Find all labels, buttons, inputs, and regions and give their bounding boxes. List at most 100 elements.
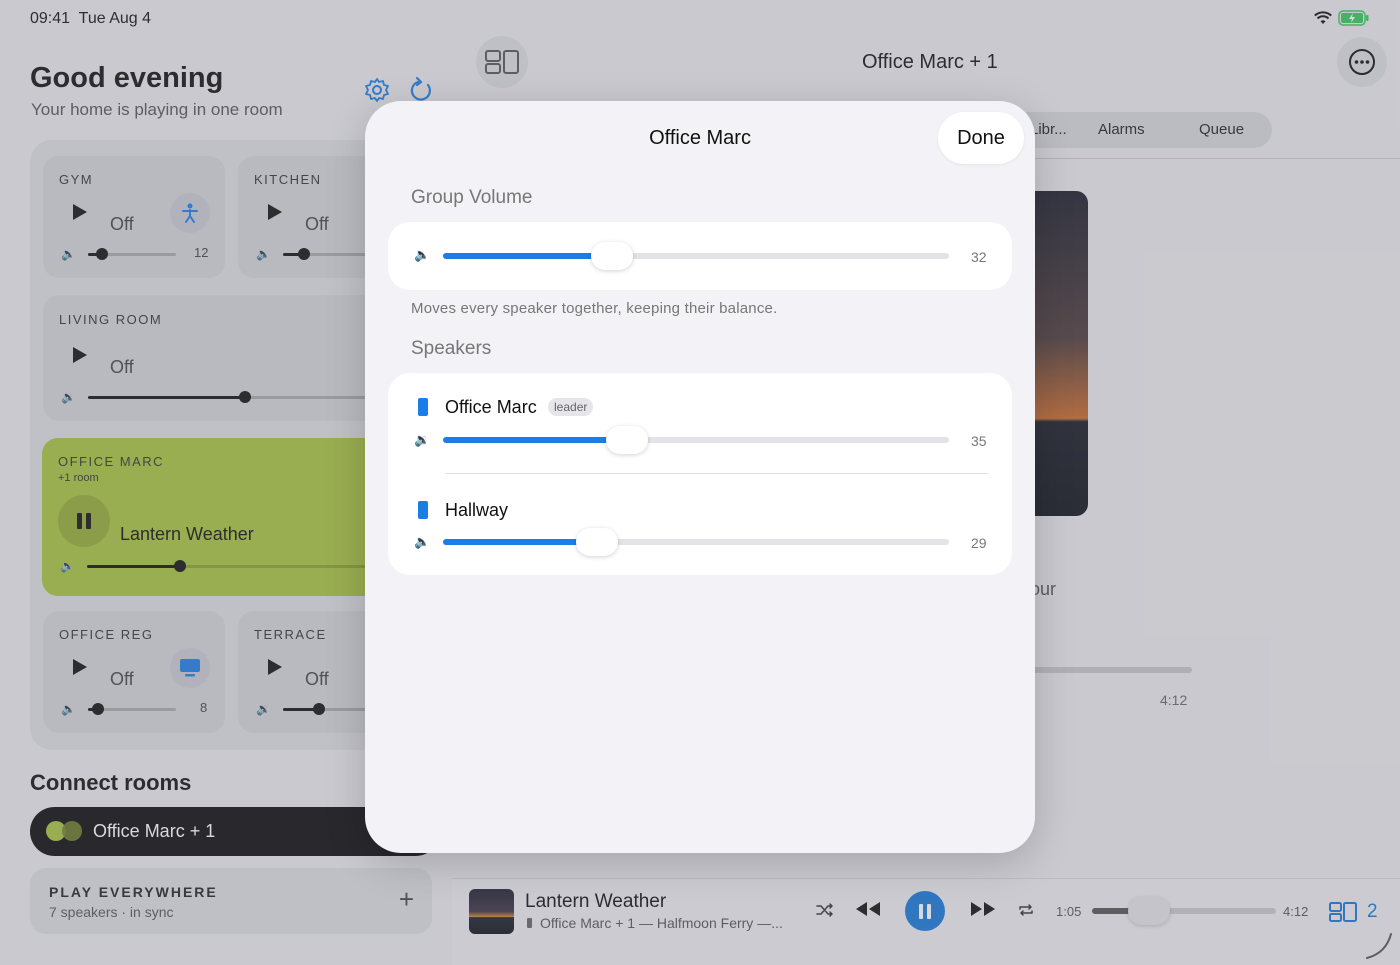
total-time: 4:12	[1283, 904, 1309, 919]
room-card-office-reg[interactable]: OFFICE REG Off 🔈 8	[43, 611, 225, 733]
room-state: Off	[305, 669, 329, 689]
tab-alarms[interactable]: Alarms	[1098, 121, 1145, 138]
group-volume-fill	[443, 253, 605, 259]
group-volume-sheet: Office Marc Done Group Volume 🔈 32 Moves…	[365, 101, 1035, 853]
play-pause-button[interactable]	[905, 891, 945, 931]
mini-subtitle-text: Office Marc + 1 — Halfmoon Ferry —...	[540, 915, 783, 931]
tab-queue[interactable]: Queue	[1199, 121, 1244, 138]
mini-track-title[interactable]: Lantern Weather	[525, 891, 666, 913]
divider	[1030, 158, 1400, 159]
resize-handle-icon[interactable]	[1364, 931, 1394, 961]
volume-value: 12	[194, 245, 209, 260]
room-track: Lantern Weather	[120, 524, 254, 544]
group-volume-card: 🔈 32	[388, 222, 1012, 290]
mini-subtitle: Office Marc + 1 — Halfmoon Ferry —...	[527, 915, 783, 931]
group-count: 2	[1367, 901, 1378, 922]
speaker-icon	[418, 501, 428, 519]
more-button[interactable]	[1337, 37, 1387, 87]
layout-icon	[485, 50, 519, 74]
volume-thumb[interactable]	[96, 248, 108, 260]
room-name: GYM	[59, 172, 94, 187]
speaker-name: Hallway	[445, 500, 509, 520]
volume-icon: 🔈	[256, 247, 271, 261]
play-icon[interactable]	[73, 204, 87, 220]
done-button[interactable]: Done	[938, 112, 1024, 164]
sheet-title: Office Marc	[649, 127, 751, 149]
room-state: Off	[110, 214, 134, 234]
speaker-volume-value: 29	[971, 535, 987, 551]
play-icon[interactable]	[73, 659, 87, 675]
play-everywhere-subtitle: 7 speakers · in sync	[49, 904, 174, 920]
refresh-icon[interactable]	[407, 76, 435, 104]
volume-icon: 🔉	[414, 432, 431, 447]
speaker-volume-value: 35	[971, 433, 987, 449]
group-volume-heading: Group Volume	[411, 187, 533, 208]
connect-rooms-heading: Connect rooms	[30, 770, 192, 795]
room-state: Off	[110, 669, 134, 689]
speakers-heading: Speakers	[411, 338, 492, 359]
room-subtitle: +1 room	[58, 472, 99, 484]
divider	[445, 473, 988, 474]
repeat-icon[interactable]	[1017, 901, 1035, 922]
room-name: TERRACE	[254, 627, 327, 642]
volume-thumb[interactable]	[298, 248, 310, 260]
room-card-gym[interactable]: GYM Off 🔈 12	[43, 156, 225, 278]
plus-icon[interactable]: +	[399, 886, 414, 912]
volume-thumb[interactable]	[313, 703, 325, 715]
play-icon[interactable]	[268, 204, 282, 220]
play-everywhere-title: PLAY EVERYWHERE	[49, 884, 218, 900]
volume-icon: 🔉	[61, 390, 76, 404]
page-title: Good evening	[30, 62, 224, 94]
play-icon[interactable]	[268, 659, 282, 675]
mini-album-art[interactable]	[469, 889, 514, 934]
rewind-icon[interactable]	[855, 901, 881, 922]
volume-icon: 🔈	[61, 702, 76, 716]
volume-icon: 🔈	[61, 247, 76, 261]
group-volume-footnote: Moves every speaker together, keeping th…	[411, 300, 778, 317]
volume-icon: 🔈	[414, 247, 431, 262]
speakers-card: Office Marc leader 🔉 35 Hallway 🔈 29	[388, 373, 1012, 575]
speaker-volume-fill	[443, 539, 590, 545]
segmented-tabs: Libr... Alarms Queue	[1010, 112, 1272, 148]
progress-track[interactable]	[1030, 667, 1192, 673]
room-name: OFFICE REG	[59, 627, 154, 642]
room-state: Off	[110, 357, 134, 377]
layout-toggle-button[interactable]	[476, 36, 528, 88]
tab-library[interactable]: Libr...	[1030, 121, 1067, 138]
room-state: Off	[305, 214, 329, 234]
group-button[interactable]: 2	[1329, 901, 1378, 923]
now-playing-title: Office Marc + 1	[862, 51, 998, 73]
speaker-volume-thumb[interactable]	[606, 426, 648, 454]
monitor-icon	[170, 648, 210, 688]
speaker-volume-thumb[interactable]	[576, 528, 618, 556]
volume-thumb[interactable]	[239, 391, 251, 403]
group-label: Office Marc + 1	[93, 821, 216, 841]
ellipsis-icon	[1349, 49, 1375, 75]
volume-thumb[interactable]	[92, 703, 104, 715]
volume-icon: 🔈	[60, 559, 75, 573]
shuffle-icon[interactable]	[816, 901, 834, 922]
progress-thumb[interactable]	[1128, 897, 1170, 925]
speaker-name: Office Marc	[445, 397, 537, 417]
elapsed-time: 1:05	[1056, 904, 1082, 919]
room-name: OFFICE MARC	[58, 454, 165, 469]
volume-thumb[interactable]	[174, 560, 186, 572]
gear-icon[interactable]	[363, 76, 391, 104]
play-icon[interactable]	[73, 347, 87, 363]
room-name: LIVING ROOM	[59, 312, 163, 327]
speaker-icon	[418, 398, 428, 416]
layout-icon	[1329, 902, 1357, 922]
leader-badge: leader	[548, 398, 594, 416]
fast-forward-icon[interactable]	[970, 901, 996, 922]
volume-value: 8	[200, 700, 208, 715]
volume-fill	[87, 565, 180, 568]
volume-icon: 🔈	[414, 534, 431, 549]
group-volume-value: 32	[971, 249, 987, 265]
pause-button[interactable]	[58, 495, 110, 547]
play-everywhere-card[interactable]: PLAY EVERYWHERE 7 speakers · in sync +	[30, 868, 432, 934]
room-name: KITCHEN	[254, 172, 322, 187]
volume-fill	[88, 396, 246, 399]
speaker-icon	[527, 918, 532, 928]
group-volume-thumb[interactable]	[591, 242, 633, 270]
mini-player: Lantern Weather Office Marc + 1 — Halfmo…	[452, 878, 1400, 965]
